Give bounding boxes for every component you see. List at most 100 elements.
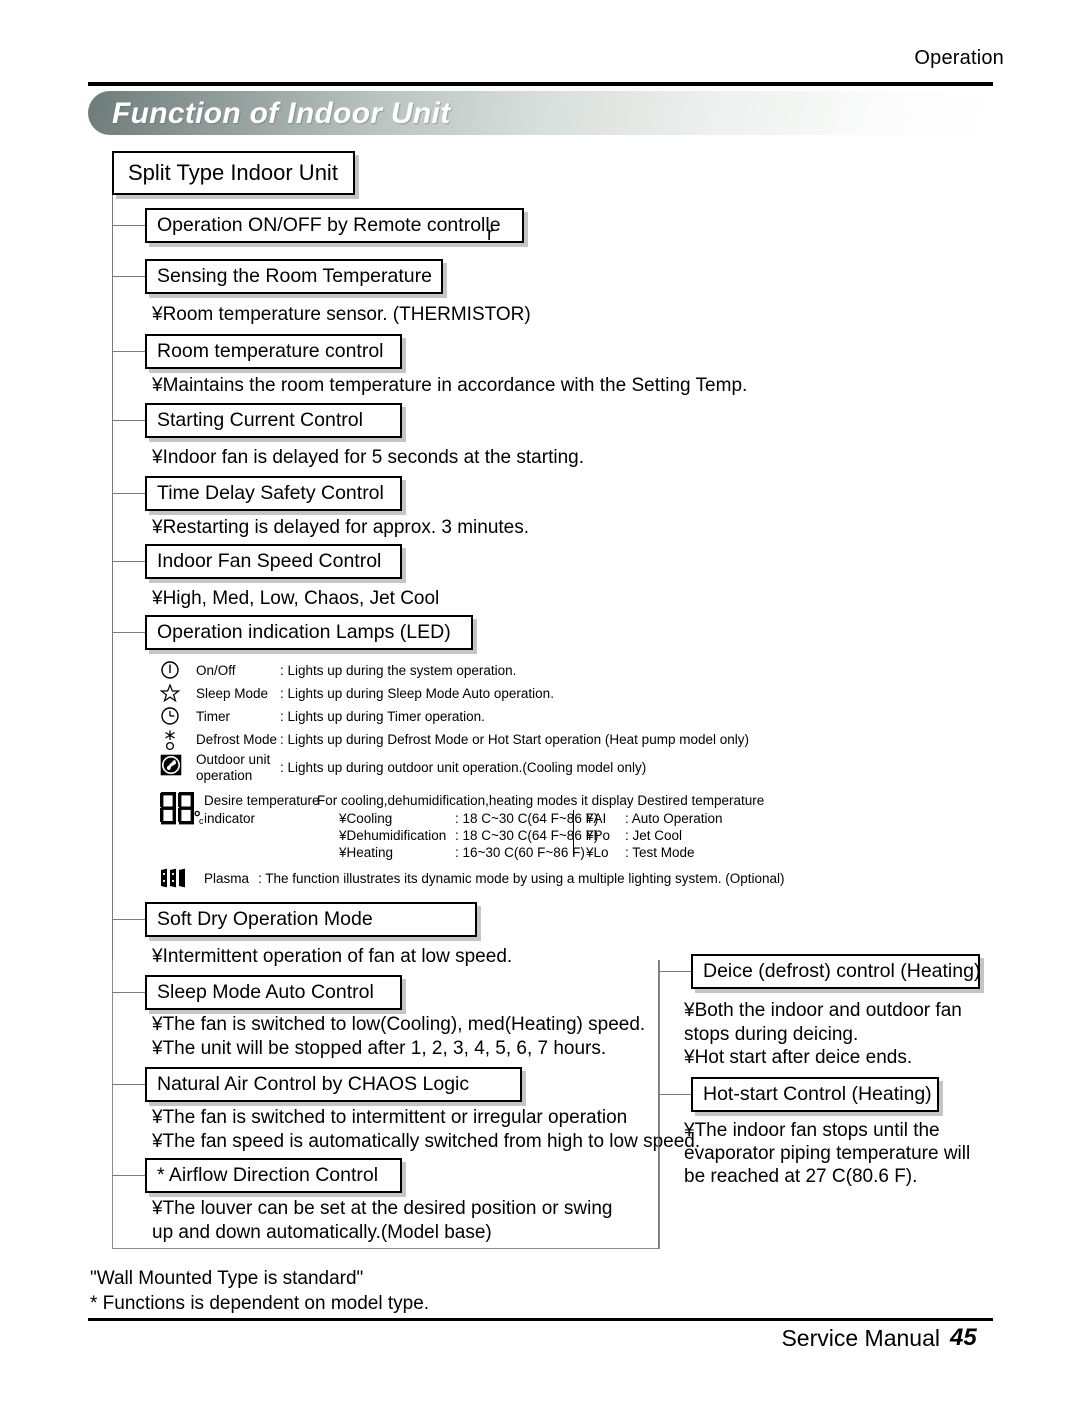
connector-stub (112, 919, 145, 920)
node-box-indoor-fan-speed-control: Indoor Fan Speed Control (145, 544, 402, 579)
plasma-label: Plasma (204, 871, 250, 886)
node-note: ¥The unit will be stopped after 1, 2, 3,… (152, 1038, 607, 1059)
node-box-hot-start-control: Hot-start Control (Heating) (691, 1077, 939, 1112)
node-label: Hot-start Control (Heating) (703, 1083, 932, 1105)
root-box-split-type-indoor-unit: Split Type Indoor Unit (112, 151, 355, 195)
connector-stub (112, 561, 145, 562)
connector-stub (112, 225, 145, 226)
temp-indicator-label-line1: Desire temperature (204, 793, 320, 808)
legend-name: Outdoor unit (196, 752, 271, 767)
node-box-deice-defrost-control: Deice (defrost) control (Heating) (691, 954, 980, 989)
node-note: stops during deicing. (684, 1024, 859, 1045)
led-legend-list: On/Off : Lights up during the system ope… (160, 660, 920, 784)
page-title-banner: Function of Indoor Unit (88, 91, 991, 135)
connector-stub (112, 1084, 145, 1085)
temp-range-heating: : 16~30 C(60 F~86 F) (455, 845, 585, 860)
node-label: Room temperature control (157, 340, 384, 362)
node-box-starting-current-control: Starting Current Control (145, 403, 402, 438)
fan-outdoor-icon (160, 754, 186, 776)
temp-mode-cooling: ¥Cooling (339, 811, 393, 826)
node-label: Soft Dry Operation Mode (157, 908, 373, 930)
legend-name-line2: operation (196, 768, 253, 783)
node-note: ¥The indoor fan stops until the (684, 1120, 940, 1141)
connector-stub (112, 276, 145, 277)
connector-stub (112, 1175, 145, 1176)
footer-page-number: 45 (950, 1324, 977, 1351)
legend-row: On/Off : Lights up during the system ope… (160, 660, 920, 683)
plasma-desc: : The function illustrates its dynamic m… (258, 871, 785, 886)
node-note: ¥The louver can be set at the desired po… (152, 1198, 613, 1219)
node-label: * Airflow Direction Control (157, 1164, 379, 1186)
legend-name: Sleep Mode (196, 686, 269, 701)
node-note: ¥Room temperature sensor. (THERMISTOR) (152, 304, 531, 325)
legend-name: Defrost Mode (196, 732, 278, 747)
legend-row: Outdoor unit operation : Lights up durin… (160, 752, 920, 784)
node-note: ¥Intermittent operation of fan at low sp… (152, 946, 513, 967)
temp-code-po: ¥Po (586, 828, 611, 843)
temp-table-divider (573, 810, 574, 855)
power-onoff-icon (160, 660, 186, 682)
node-box-natural-air-control-chaos: Natural Air Control by CHAOS Logic (145, 1067, 522, 1102)
temp-indicator-heading: For cooling,dehumidification,heating mod… (317, 793, 765, 808)
temp-range-cooling: : 18 C~30 C(64 F~86 F) (455, 811, 599, 826)
node-note: ¥Restarting is delayed for approx. 3 min… (152, 517, 530, 538)
temp-code-ai: ¥AI (586, 811, 607, 826)
footer-note-1: "Wall Mounted Type is standard" (90, 1268, 364, 1289)
connector-stub (112, 992, 145, 993)
temp-mode-dehumidification: ¥Dehumidification (339, 828, 447, 843)
node-box-operation-onoff: Operation ON/OFF by Remote controlle (145, 208, 524, 243)
node-box-operation-indication-lamps: Operation indication Lamps (LED) (145, 615, 473, 650)
node-label: Operation indication Lamps (LED) (157, 621, 451, 643)
connector-stub (112, 632, 145, 633)
node-note: evaporator piping temperature will (684, 1143, 971, 1164)
temp-meaning-lo: : Test Mode (625, 845, 695, 860)
legend-desc: : Lights up during Defrost Mode or Hot S… (280, 732, 749, 747)
snowflake-defrost-icon (160, 729, 186, 751)
node-label: Operation ON/OFF by Remote controlle (157, 214, 501, 236)
node-box-time-delay-safety-control: Time Delay Safety Control (145, 476, 402, 511)
footer-note-2: * Functions is dependent on model type. (90, 1293, 430, 1314)
node-note: ¥The fan is switched to intermittent or … (152, 1107, 628, 1128)
node-box-airflow-direction-control: * Airflow Direction Control (145, 1158, 402, 1193)
legend-row: Timer : Lights up during Timer operation… (160, 706, 920, 729)
temp-range-dehumidification: : 18 C~30 C(64 F~86 F) (455, 828, 599, 843)
clock-timer-icon (160, 706, 186, 728)
node-note: ¥The fan speed is automatically switched… (152, 1131, 701, 1152)
node-box-soft-dry-operation-mode: Soft Dry Operation Mode (145, 902, 477, 937)
node-label: Time Delay Safety Control (157, 482, 384, 504)
legend-row: Defrost Mode : Lights up during Defrost … (160, 729, 920, 752)
temp-mode-heating: ¥Heating (339, 845, 394, 860)
header-rule (88, 82, 993, 86)
root-box-label: Split Type Indoor Unit (128, 160, 338, 185)
connector-stub (112, 351, 145, 352)
plasma-icon (160, 868, 188, 888)
legend-row: Sleep Mode : Lights up during Sleep Mode… (160, 683, 920, 706)
temp-meaning-po: : Jet Cool (625, 828, 683, 843)
node-note: ¥Maintains the room temperature in accor… (152, 375, 748, 396)
node-note: be reached at 27 C(80.6 F). (684, 1166, 918, 1187)
node-label: Deice (defrost) control (Heating) (703, 960, 981, 982)
stray-character-r: r (487, 224, 494, 245)
page-section-label: Operation (914, 47, 1004, 69)
legend-desc: : Lights up during outdoor unit operatio… (280, 760, 647, 775)
legend-desc: : Lights up during Sleep Mode Auto opera… (280, 686, 554, 701)
node-note: up and down automatically.(Model base) (152, 1222, 492, 1243)
node-note: ¥Indoor fan is delayed for 5 seconds at … (152, 447, 584, 468)
node-box-sleep-mode-auto-control: Sleep Mode Auto Control (145, 975, 402, 1010)
connector-stub (658, 971, 691, 972)
node-label: Starting Current Control (157, 409, 363, 431)
node-label: Sleep Mode Auto Control (157, 981, 374, 1003)
seven-segment-icon: c (160, 792, 204, 832)
node-note: ¥High, Med, Low, Chaos, Jet Cool (152, 588, 440, 609)
manual-page: Operation Function of Indoor Unit Split … (0, 0, 1080, 1405)
node-box-room-temperature-control: Room temperature control (145, 334, 402, 369)
legend-desc: : Lights up during Timer operation. (280, 709, 485, 724)
node-note: ¥Both the indoor and outdoor fan (684, 1000, 962, 1021)
node-label: Natural Air Control by CHAOS Logic (157, 1073, 470, 1095)
node-label: Indoor Fan Speed Control (157, 550, 382, 572)
page-title: Function of Indoor Unit (112, 97, 451, 130)
connector-stub (658, 1094, 691, 1095)
legend-desc: : Lights up during the system operation. (280, 663, 517, 678)
legend-name: Timer (196, 709, 230, 724)
right-trunk-line (658, 960, 659, 1248)
